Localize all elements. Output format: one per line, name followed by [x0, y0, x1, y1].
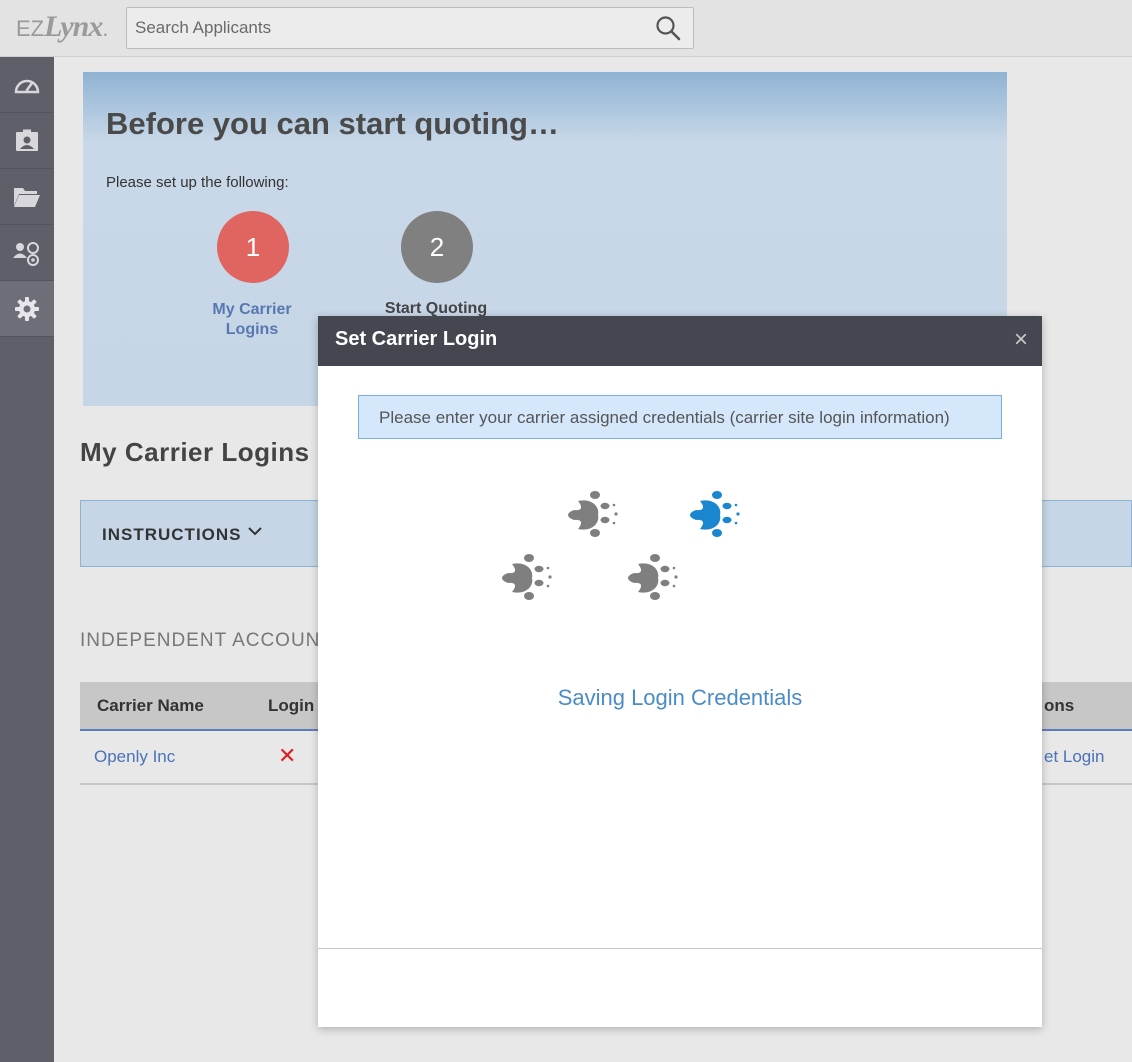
- search-input[interactable]: [127, 8, 647, 48]
- gear-icon: [15, 296, 39, 321]
- sidebar-item-dashboard[interactable]: [0, 57, 54, 113]
- logo-ez-text: EZ: [16, 16, 45, 41]
- sidebar-item-users[interactable]: [0, 225, 54, 281]
- sidebar-item-folders[interactable]: [0, 169, 54, 225]
- sidebar: [0, 57, 54, 1062]
- top-bar: EZLynx.: [0, 0, 1132, 57]
- step-1-label[interactable]: My Carrier Logins: [197, 300, 307, 340]
- paw-print-icon: [568, 491, 618, 537]
- logo-dot: .: [102, 16, 108, 41]
- logo-lynx-text: Lynx: [44, 10, 103, 43]
- modal-footer-divider: [318, 948, 1042, 949]
- banner-title: Before you can start quoting…: [106, 106, 559, 141]
- contact-card-icon: [16, 129, 38, 151]
- ezlynx-logo[interactable]: EZLynx.: [16, 10, 108, 44]
- loading-paws-animation: [502, 491, 740, 600]
- instructions-label: INSTRUCTIONS: [102, 525, 242, 544]
- column-header-actions: ons: [1044, 696, 1075, 715]
- step-1-circle[interactable]: 1: [217, 211, 289, 283]
- column-header-login[interactable]: Login: [268, 696, 314, 716]
- column-header-carrier[interactable]: Carrier Name: [97, 696, 204, 716]
- paw-print-icon: [502, 554, 552, 600]
- independent-accounts-label: INDEPENDENT ACCOUN: [80, 630, 321, 651]
- set-carrier-login-modal: Set Carrier Login × Please enter your ca…: [318, 316, 1042, 1027]
- paw-print-icon: [628, 554, 678, 600]
- paw-print-icon-active: [690, 491, 740, 537]
- search-icon[interactable]: [655, 15, 681, 41]
- step-2-circle[interactable]: 2: [401, 211, 473, 283]
- banner-subtitle: Please set up the following:: [106, 174, 289, 191]
- carrier-name-link[interactable]: Openly Inc: [94, 747, 175, 767]
- dashboard-icon: [14, 79, 40, 93]
- users-icon: [13, 241, 39, 266]
- folder-icon: [14, 187, 40, 207]
- search-box: [126, 7, 694, 49]
- chevron-down-icon: [248, 527, 262, 536]
- section-title: My Carrier Logins: [80, 437, 310, 467]
- sidebar-item-settings[interactable]: [0, 281, 54, 337]
- set-login-link[interactable]: et Login: [1044, 747, 1105, 767]
- saving-status-text: Saving Login Credentials: [557, 685, 803, 710]
- login-missing-icon: ✕: [278, 743, 297, 768]
- sidebar-item-contacts[interactable]: [0, 113, 54, 169]
